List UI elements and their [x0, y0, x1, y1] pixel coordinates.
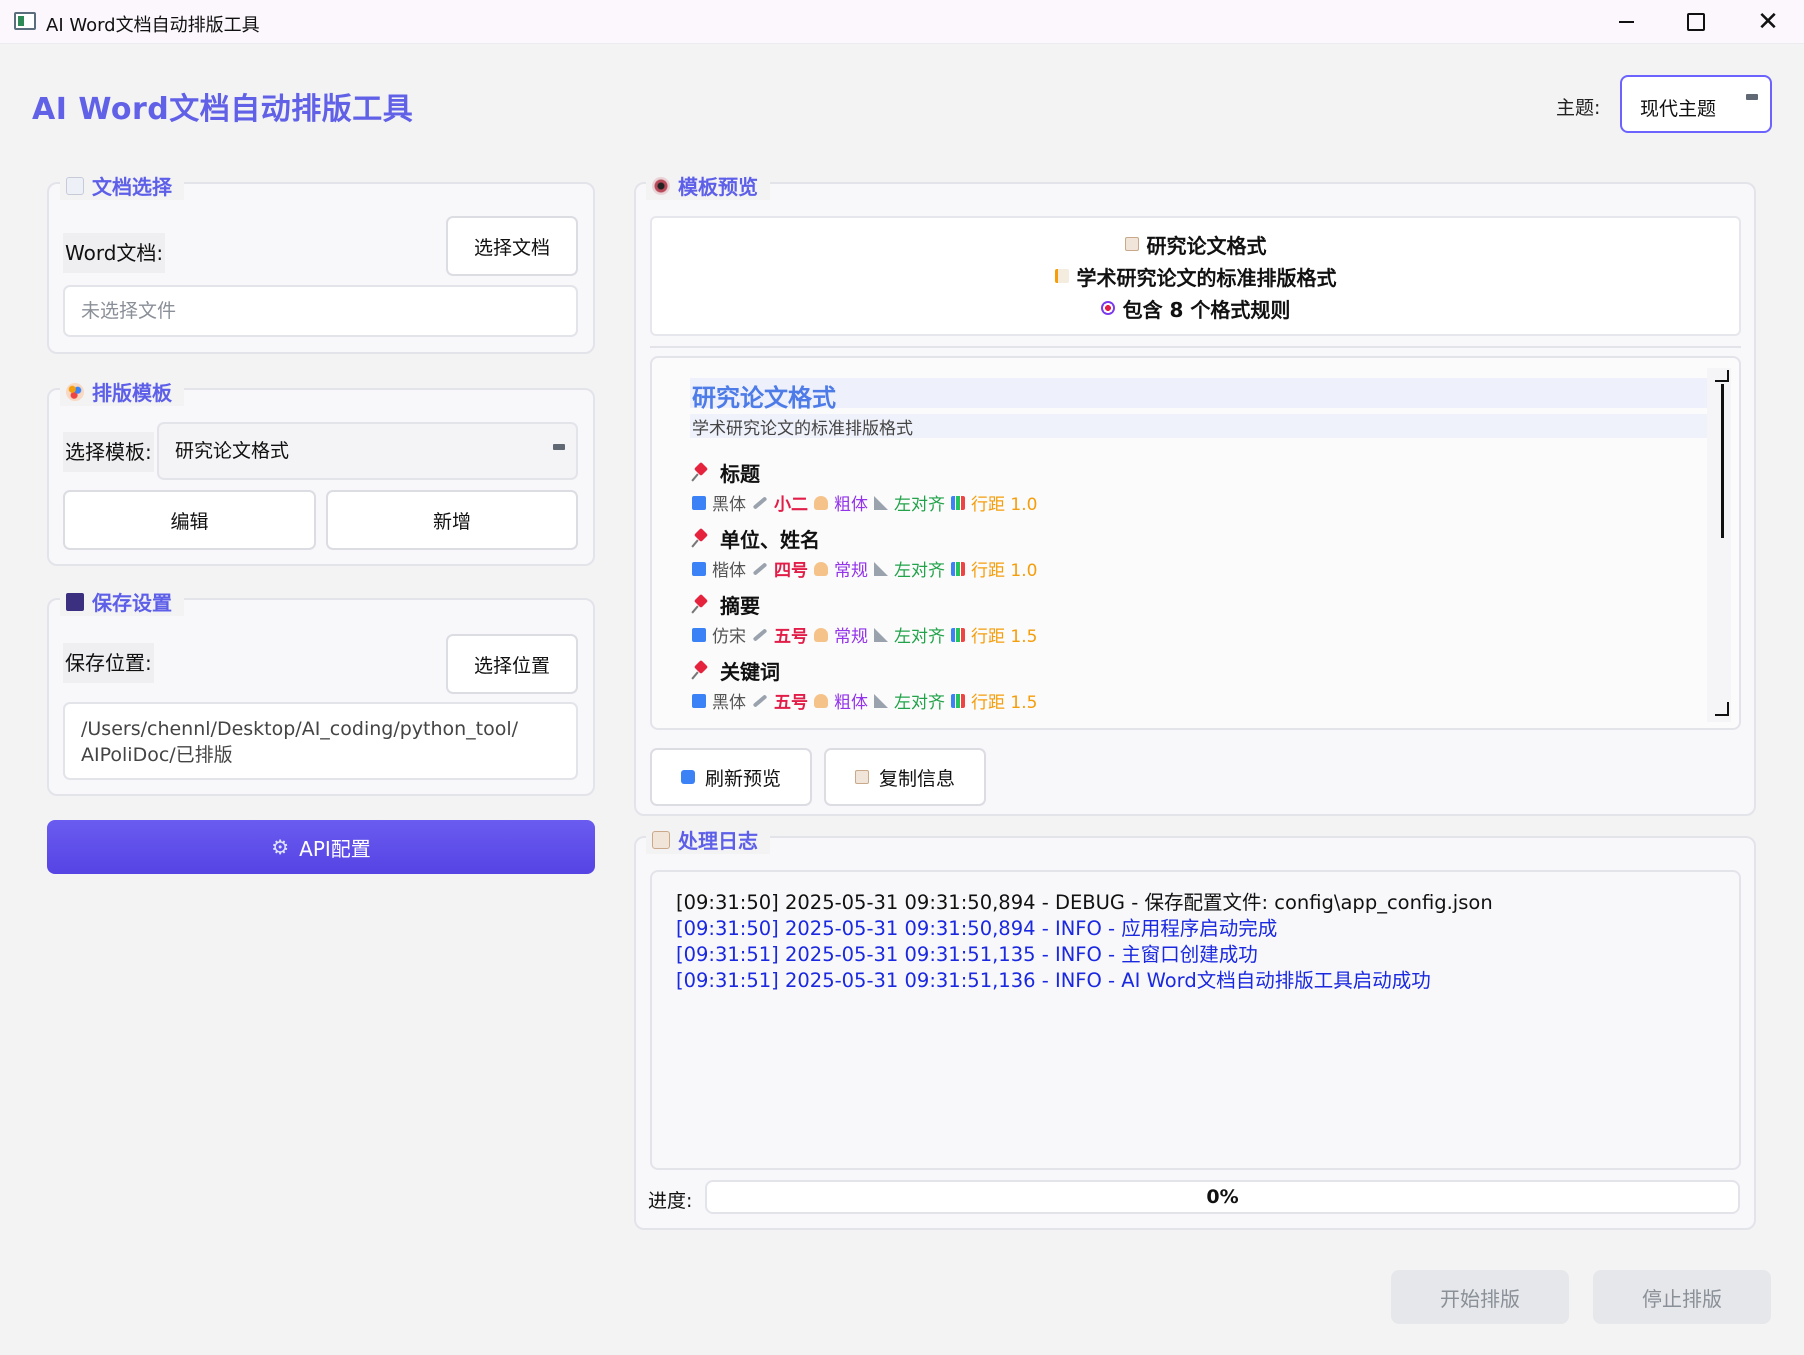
- copy-info-button[interactable]: 复制信息: [824, 748, 986, 806]
- clipboard-icon: [854, 770, 869, 784]
- pushpin-icon: [692, 662, 710, 680]
- summary-rule-count: 包含 8 个格式规则: [1122, 297, 1291, 322]
- rule-name: 单位、姓名: [692, 524, 820, 553]
- rule-attributes: 黑体 五号 粗体 左对齐 行距 1.5: [692, 688, 1037, 713]
- font-icon: [692, 495, 706, 510]
- document-icon: [66, 176, 84, 195]
- template-select[interactable]: 研究论文格式: [157, 422, 578, 480]
- refresh-icon: [680, 770, 695, 784]
- target-icon: [1100, 301, 1115, 315]
- clipboard-icon: [1124, 237, 1139, 251]
- ruler-icon: [874, 627, 888, 642]
- clipboard-icon: [652, 830, 670, 849]
- pushpin-icon: [692, 464, 710, 482]
- summary-name: 研究论文格式: [1146, 233, 1267, 258]
- rule-attributes: 黑体 小二 粗体 左对齐 行距 1.0: [692, 490, 1037, 515]
- ruler-icon: [874, 693, 888, 708]
- rule-name: 关键词: [692, 656, 780, 685]
- minimize-button[interactable]: [1591, 0, 1661, 44]
- scroll-down-arrow-icon[interactable]: [1715, 702, 1729, 716]
- scroll-up-arrow-icon[interactable]: [1715, 370, 1729, 382]
- ruler-icon: [874, 561, 888, 576]
- preview-group-title: 模板预览: [646, 171, 770, 200]
- pushpin-icon: [692, 530, 710, 548]
- template-select-value: 研究论文格式: [175, 440, 290, 462]
- template-preview-pane[interactable]: 研究论文格式 学术研究论文的标准排版格式 标题 黑体 小二 粗体 左对齐 行距 …: [650, 356, 1741, 730]
- weight-icon: [814, 627, 828, 642]
- floppy-disk-icon: [66, 592, 84, 611]
- rule-name: 标题: [692, 458, 760, 487]
- app-icon: [14, 12, 36, 30]
- template-group-title: 排版模板: [60, 377, 184, 406]
- select-location-button[interactable]: 选择位置: [446, 634, 578, 694]
- summary-description: 学术研究论文的标准排版格式: [1076, 265, 1337, 290]
- page-title: AI Word文档自动排版工具: [32, 92, 414, 127]
- preview-title: 研究论文格式: [690, 378, 1710, 412]
- pencil-icon: [752, 627, 768, 642]
- dropdown-arrow-icon: [1746, 94, 1758, 100]
- pencil-icon: [752, 495, 768, 510]
- edit-template-button[interactable]: 编辑: [63, 490, 316, 550]
- template-label: 选择模板:: [63, 432, 154, 472]
- rule-attributes: 楷体 四号 常规 左对齐 行距 1.0: [692, 556, 1037, 581]
- log-line: [09:31:50] 2025-05-31 09:31:50,894 - INF…: [676, 917, 1278, 940]
- close-button[interactable]: ✕: [1733, 0, 1803, 44]
- weight-icon: [814, 693, 828, 708]
- log-line: [09:31:51] 2025-05-31 09:31:51,136 - INF…: [676, 969, 1431, 992]
- ruler-icon: [874, 495, 888, 510]
- bar-chart-icon: [951, 495, 965, 510]
- template-summary: 研究论文格式 学术研究论文的标准排版格式 包含 8 个格式规则: [650, 216, 1741, 336]
- stop-formatting-button[interactable]: 停止排版: [1593, 1270, 1771, 1324]
- api-config-label: API配置: [299, 836, 371, 861]
- maximize-button[interactable]: [1661, 0, 1731, 44]
- progress-text: 0%: [1206, 1186, 1239, 1208]
- log-line: [09:31:51] 2025-05-31 09:31:51,135 - INF…: [676, 943, 1258, 966]
- save-path-line1: /Users/chennl/Desktop/AI_coding/python_t…: [81, 718, 519, 740]
- save-path-line2: AIPoliDoc/已排版: [81, 744, 233, 766]
- add-template-button[interactable]: 新增: [326, 490, 578, 550]
- bar-chart-icon: [951, 627, 965, 642]
- refresh-preview-button[interactable]: 刷新预览: [650, 748, 812, 806]
- weight-icon: [814, 561, 828, 576]
- dropdown-arrow-icon: [553, 444, 565, 450]
- log-group-title: 处理日志: [646, 825, 770, 854]
- font-icon: [692, 561, 706, 576]
- palette-icon: [66, 382, 84, 401]
- theme-select[interactable]: 现代主题: [1620, 75, 1772, 133]
- select-document-button[interactable]: 选择文档: [446, 216, 578, 276]
- bar-chart-icon: [951, 693, 965, 708]
- preview-subtitle: 学术研究论文的标准排版格式: [690, 414, 1710, 439]
- theme-select-value: 现代主题: [1640, 98, 1717, 120]
- gear-icon: ⚙: [271, 835, 290, 859]
- theme-label: 主题:: [1556, 97, 1601, 119]
- progress-label: 进度:: [648, 1190, 693, 1212]
- pushpin-icon: [692, 596, 710, 614]
- bar-chart-icon: [951, 561, 965, 576]
- scrollbar-thumb[interactable]: [1721, 384, 1724, 538]
- save-path-field[interactable]: /Users/chennl/Desktop/AI_coding/python_t…: [63, 702, 578, 780]
- start-formatting-button[interactable]: 开始排版: [1391, 1270, 1569, 1324]
- api-config-button[interactable]: ⚙ API配置: [47, 820, 595, 874]
- save-location-label: 保存位置:: [63, 643, 154, 683]
- word-doc-label: Word文档:: [63, 233, 166, 273]
- doc-group-title: 文档选择: [60, 171, 184, 200]
- pencil-icon: [752, 693, 768, 708]
- rule-name: 摘要: [692, 590, 760, 619]
- selected-file-field[interactable]: 未选择文件: [63, 285, 578, 337]
- pencil-icon: [752, 561, 768, 576]
- progress-bar: 0%: [705, 1180, 1740, 1214]
- weight-icon: [814, 495, 828, 510]
- window-title: AI Word文档自动排版工具: [46, 15, 260, 36]
- memo-icon: [1054, 269, 1069, 283]
- title-bar: AI Word文档自动排版工具 ✕: [0, 0, 1804, 44]
- log-output[interactable]: [09:31:50] 2025-05-31 09:31:50,894 - DEB…: [650, 870, 1741, 1170]
- font-icon: [692, 627, 706, 642]
- font-icon: [692, 693, 706, 708]
- save-group-title: 保存设置: [60, 587, 184, 616]
- eye-icon: [652, 176, 670, 195]
- preview-scrollbar[interactable]: [1707, 368, 1731, 722]
- log-line: [09:31:50] 2025-05-31 09:31:50,894 - DEB…: [676, 891, 1493, 914]
- rule-attributes: 仿宋 五号 常规 左对齐 行距 1.5: [692, 622, 1037, 647]
- divider: [650, 346, 1741, 348]
